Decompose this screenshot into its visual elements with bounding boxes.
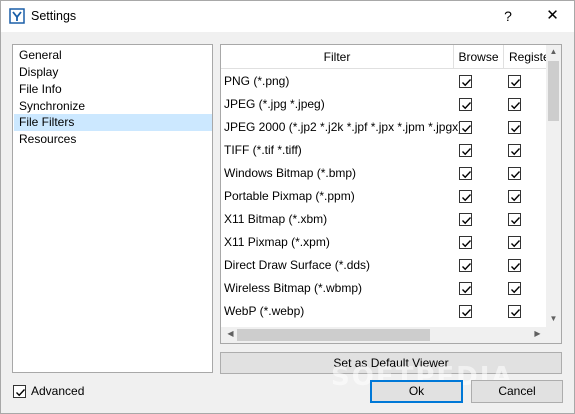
register-checkbox[interactable] <box>508 75 521 88</box>
filter-label: TIFF (*.tif *.tiff) <box>224 143 302 157</box>
nav-item-general[interactable]: General <box>14 47 212 64</box>
filter-label: PNG (*.png) <box>224 74 290 88</box>
horizontal-scroll-thumb[interactable] <box>237 329 430 341</box>
file-filters-table: Filter Browse Registe PNG (*.png) JPEG (*… <box>220 44 562 344</box>
set-default-viewer-button[interactable]: Set as Default Viewer <box>220 352 562 374</box>
filter-label: JPEG (*.jpg *.jpeg) <box>224 97 325 111</box>
scroll-left-icon[interactable]: ◀ <box>223 329 238 338</box>
filter-label: Windows Bitmap (*.bmp) <box>224 166 357 180</box>
browse-checkbox[interactable] <box>459 213 472 226</box>
help-button[interactable]: ? <box>495 1 521 32</box>
nav-item-resources[interactable]: Resources <box>14 131 212 148</box>
browse-checkbox[interactable] <box>459 144 472 157</box>
browse-checkbox[interactable] <box>459 259 472 272</box>
register-checkbox[interactable] <box>508 236 521 249</box>
register-checkbox[interactable] <box>508 282 521 295</box>
vertical-scroll-thumb[interactable] <box>548 61 559 121</box>
filter-label: Wireless Bitmap (*.wbmp) <box>224 281 363 295</box>
settings-dialog: Settings ? ✕ General Display File Info S… <box>0 0 575 414</box>
scroll-up-icon[interactable]: ▲ <box>546 47 561 56</box>
filter-label: Portable Pixmap (*.ppm) <box>224 189 355 203</box>
register-checkbox[interactable] <box>508 259 521 272</box>
settings-category-list: General Display File Info Synchronize Fi… <box>12 44 213 373</box>
column-header-register[interactable]: Registe <box>504 45 549 69</box>
filter-label: X11 Pixmap (*.xpm) <box>224 235 330 249</box>
column-header-filter[interactable]: Filter <box>221 45 454 69</box>
advanced-checkbox[interactable] <box>13 385 26 398</box>
column-header-browse[interactable]: Browse <box>454 45 504 69</box>
browse-checkbox[interactable] <box>459 236 472 249</box>
app-icon <box>9 8 25 24</box>
register-checkbox[interactable] <box>508 190 521 203</box>
browse-checkbox[interactable] <box>459 190 472 203</box>
title-bar: Settings ? ✕ <box>1 1 574 32</box>
ok-button[interactable]: Ok <box>370 380 463 403</box>
filter-label: X11 Bitmap (*.xbm) <box>224 212 328 226</box>
scroll-right-icon[interactable]: ▶ <box>530 329 545 338</box>
register-checkbox[interactable] <box>508 305 521 318</box>
scroll-down-icon[interactable]: ▼ <box>546 314 561 323</box>
scroll-corner <box>546 327 561 343</box>
browse-checkbox[interactable] <box>459 282 472 295</box>
window-title: Settings <box>31 9 77 23</box>
register-checkbox[interactable] <box>508 121 521 134</box>
register-checkbox[interactable] <box>508 213 521 226</box>
advanced-label: Advanced <box>31 384 85 398</box>
nav-item-file-filters[interactable]: File Filters <box>14 114 212 131</box>
browse-checkbox[interactable] <box>459 98 472 111</box>
filter-label: Direct Draw Surface (*.dds) <box>224 258 371 272</box>
register-checkbox[interactable] <box>508 98 521 111</box>
nav-item-display[interactable]: Display <box>14 64 212 81</box>
browse-checkbox[interactable] <box>459 305 472 318</box>
register-checkbox[interactable] <box>508 167 521 180</box>
cancel-button[interactable]: Cancel <box>471 380 563 403</box>
browse-checkbox[interactable] <box>459 167 472 180</box>
browse-checkbox[interactable] <box>459 121 472 134</box>
close-button[interactable]: ✕ <box>531 1 574 32</box>
nav-item-synchronize[interactable]: Synchronize <box>14 98 212 115</box>
filter-label: JPEG 2000 (*.jp2 *.j2k *.jpf *.jpx *.jpm… <box>224 120 463 134</box>
browse-checkbox[interactable] <box>459 75 472 88</box>
nav-item-file-info[interactable]: File Info <box>14 81 212 98</box>
filter-label: WebP (*.webp) <box>224 304 305 318</box>
register-checkbox[interactable] <box>508 144 521 157</box>
